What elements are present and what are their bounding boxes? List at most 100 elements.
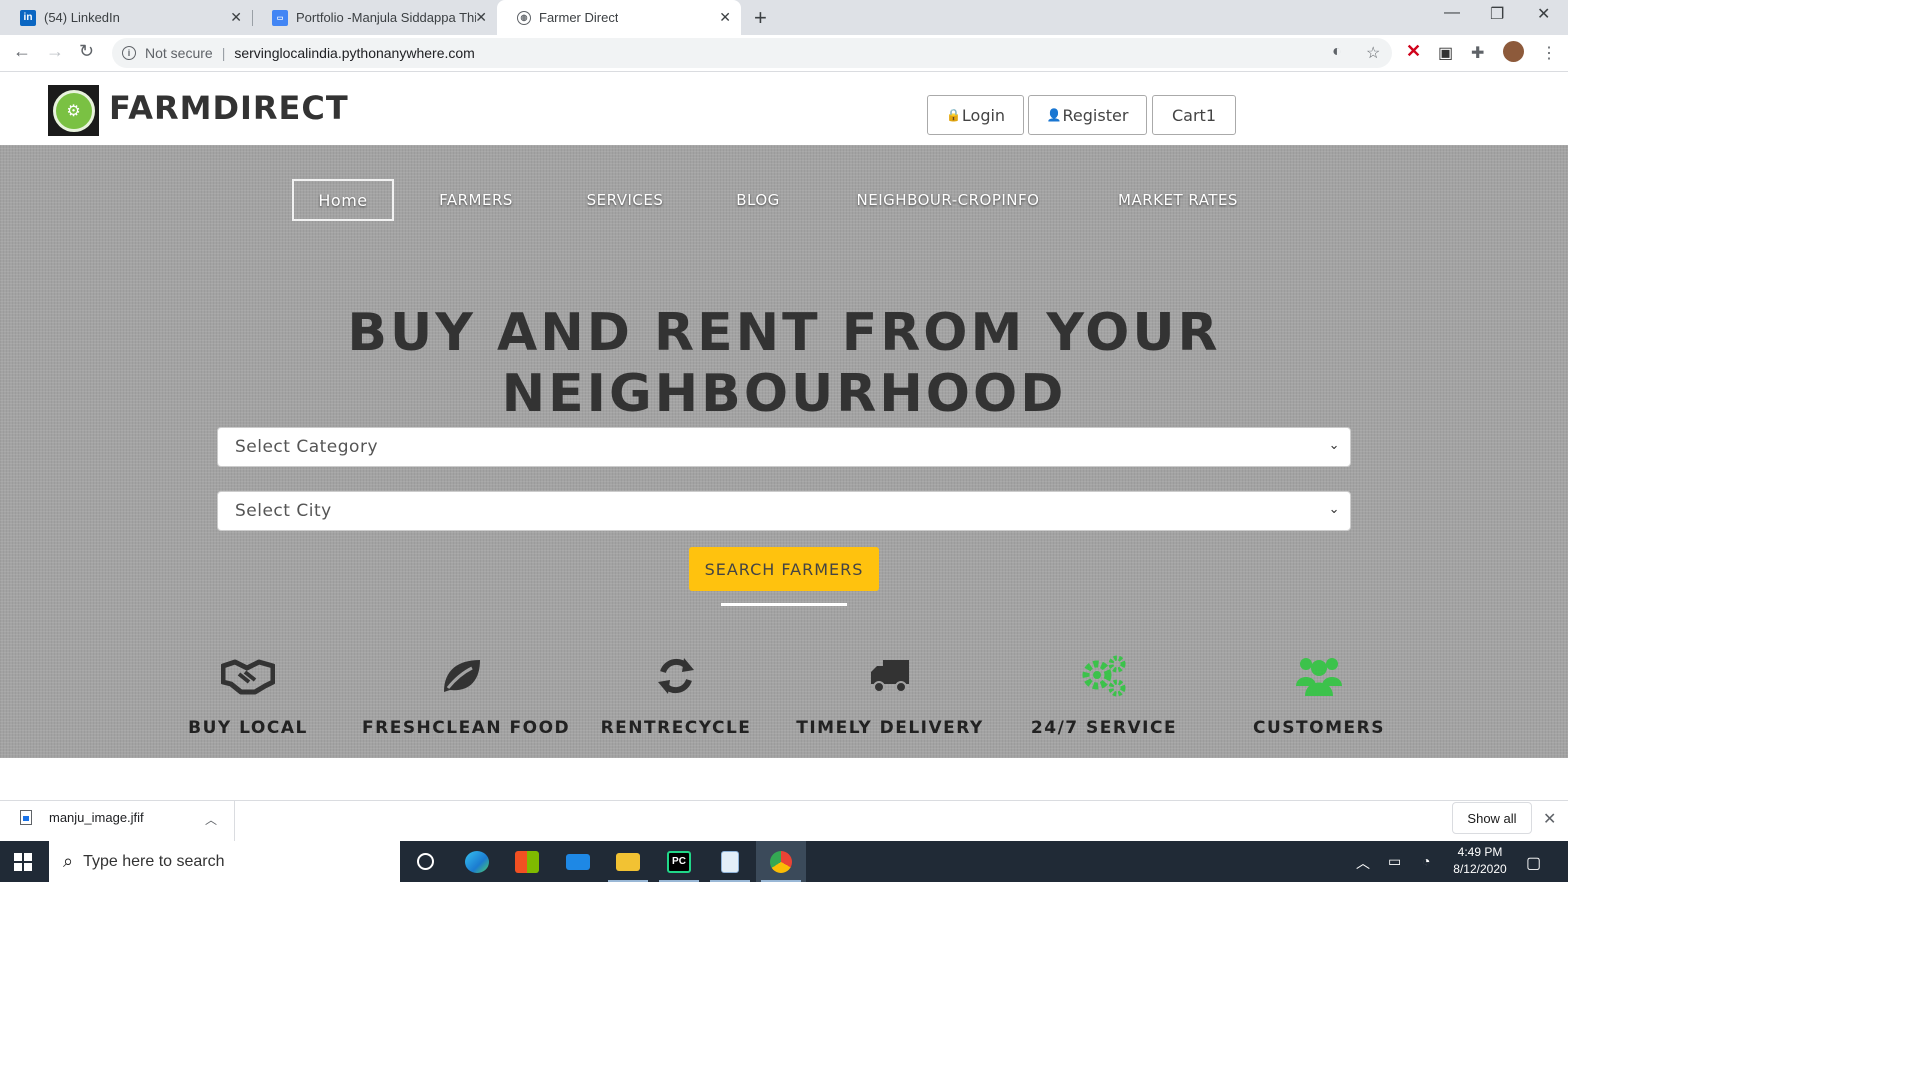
close-tab-icon[interactable]: ✕: [230, 9, 242, 26]
tab-linkedin[interactable]: in (54) LinkedIn ✕: [0, 0, 252, 35]
taskbar-search-placeholder: Type here to search: [83, 852, 225, 870]
nav-farmers[interactable]: FARMERS: [420, 179, 532, 221]
linkedin-icon: in: [20, 9, 36, 26]
extension-x-icon[interactable]: ✕: [1406, 41, 1421, 62]
close-window-icon[interactable]: ✕: [1537, 4, 1550, 24]
register-button[interactable]: 👤 Register: [1028, 95, 1147, 135]
portfolio-icon: ▭: [272, 9, 288, 26]
address-bar[interactable]: i Not secure | servinglocalindia.pythona…: [112, 38, 1392, 68]
bookmark-star-icon[interactable]: ☆: [1366, 43, 1380, 63]
hero-title: BUY AND RENT FROM YOUR NEIGHBOURHOOD: [300, 303, 1268, 425]
clock-date: 8/12/2020: [1453, 862, 1507, 876]
feature-label: CUSTOMERS: [1253, 718, 1385, 738]
close-tab-icon[interactable]: ✕: [475, 9, 487, 26]
wifi-icon[interactable]: ◔: [1422, 853, 1430, 869]
chevron-up-icon[interactable]: ︿: [1356, 853, 1370, 873]
tab-title: Farmer Direct: [539, 10, 619, 25]
image-extension-icon[interactable]: ▣: [1438, 43, 1453, 63]
search-farmers-button[interactable]: SEARCH FARMERS: [689, 547, 879, 591]
cart-label: Cart1: [1171, 105, 1216, 125]
info-icon[interactable]: i: [122, 46, 136, 60]
show-all-button[interactable]: Show all: [1452, 802, 1532, 834]
nav-services[interactable]: SERVICES: [568, 179, 682, 221]
user-icon: 👤: [1046, 108, 1062, 122]
url-text[interactable]: servinglocalindia.pythonanywhere.com: [234, 45, 474, 61]
profile-avatar[interactable]: [1503, 41, 1524, 62]
truck-icon: [790, 650, 990, 702]
feature-timely-delivery: TIMELY DELIVERY: [790, 650, 990, 738]
close-tab-icon[interactable]: ✕: [719, 9, 731, 26]
users-icon: [1219, 650, 1419, 702]
recycle-icon: [576, 650, 776, 702]
browser-tabstrip: in (54) LinkedIn ✕ ▭ Portfolio -Manjula …: [0, 0, 1568, 35]
category-select[interactable]: Select Category ⌄: [217, 427, 1351, 467]
nav-neighbour-cropinfo[interactable]: NEIGHBOUR-CROPINFO: [840, 179, 1056, 221]
cart-button[interactable]: Cart1: [1152, 95, 1236, 135]
separator: |: [221, 45, 226, 61]
battery-icon[interactable]: ▭: [1388, 853, 1401, 870]
new-tab-icon[interactable]: +: [754, 5, 767, 31]
nav-blog[interactable]: BLOG: [718, 179, 798, 221]
pycharm-icon[interactable]: PC: [654, 841, 704, 882]
forward-icon[interactable]: →: [46, 41, 64, 62]
site-header: ⚙ FARMDIRECT 🔒 Login 👤 Register Cart1: [0, 72, 1568, 145]
tab-portfolio[interactable]: ▭ Portfolio -Manjula Siddappa Thimmappa …: [252, 0, 497, 35]
notepad-icon[interactable]: [705, 841, 755, 882]
taskbar-search-input[interactable]: ⌕ Type here to search: [49, 841, 400, 882]
login-button[interactable]: 🔒 Login: [927, 95, 1024, 135]
file-icon: [20, 810, 32, 825]
browser-toolbar: ← → ↻ i Not secure | servinglocalindia.p…: [0, 35, 1568, 72]
download-item[interactable]: manju_image.jfif: [20, 810, 144, 825]
feature-label: BUY LOCAL: [188, 718, 308, 738]
leaf-icon: [362, 650, 562, 702]
clock[interactable]: 4:49 PM 8/12/2020: [1447, 844, 1513, 878]
nav-market-rates[interactable]: MARKET RATES: [1100, 179, 1256, 221]
hero-title-line1: BUY AND RENT FROM YOUR: [347, 303, 1221, 363]
taskbar: ⌕ Type here to search PC ︿ ▭ ◔ 4:49 PM 8…: [0, 841, 1568, 882]
lock-icon: 🔒: [945, 108, 961, 122]
minimize-icon[interactable]: —: [1444, 4, 1460, 22]
menu-dots-icon[interactable]: ⋮: [1541, 43, 1557, 63]
download-filename: manju_image.jfif: [49, 810, 144, 825]
city-select[interactable]: Select City ⌄: [217, 491, 1351, 531]
feature-label: RENTRECYCLE: [600, 718, 752, 738]
store-icon[interactable]: [502, 841, 552, 882]
logo[interactable]: ⚙: [48, 85, 99, 136]
mail-icon[interactable]: [553, 841, 603, 882]
feature-label: TIMELY DELIVERY: [796, 718, 984, 738]
chevron-up-icon[interactable]: ︿: [205, 811, 217, 828]
hero-section: Home FARMERS SERVICES BLOG NEIGHBOUR-CRO…: [0, 145, 1568, 758]
close-icon[interactable]: ✕: [1543, 809, 1556, 829]
chrome-icon[interactable]: [756, 841, 806, 882]
feature-24-7-service: 24/7 SERVICE: [1004, 650, 1204, 738]
translate-icon[interactable]: ◐: [1332, 43, 1342, 61]
nav-home[interactable]: Home: [292, 179, 394, 221]
windows-start-icon[interactable]: [14, 853, 32, 871]
tab-title: Portfolio -Manjula Siddappa Thimmappa: [296, 10, 476, 25]
search-icon: ⌕: [63, 851, 74, 871]
feature-customers: CUSTOMERS: [1219, 650, 1419, 738]
feature-fresh-clean-food: FRESHCLEAN FOOD: [362, 650, 571, 738]
cortana-icon[interactable]: [400, 841, 450, 882]
restore-icon[interactable]: ❐: [1490, 4, 1504, 24]
security-label: Not secure: [145, 45, 213, 61]
edge-icon[interactable]: [452, 841, 502, 882]
feature-label: FRESHCLEAN FOOD: [362, 718, 571, 738]
back-icon[interactable]: ←: [13, 41, 31, 62]
gears-icon: [1004, 650, 1204, 702]
chevron-down-icon: ⌄: [1328, 438, 1340, 453]
category-select-value: Select Category: [235, 437, 379, 457]
chevron-down-icon: ⌄: [1328, 502, 1340, 517]
feature-label: 24/7 SERVICE: [1030, 718, 1178, 738]
reload-icon[interactable]: ↻: [79, 41, 94, 62]
login-label: Login: [961, 105, 1006, 125]
download-bar: manju_image.jfif ︿ Show all ✕: [0, 800, 1568, 842]
city-select-value: Select City: [235, 501, 332, 521]
tab-farmer-direct[interactable]: ◍ Farmer Direct ✕: [497, 0, 741, 35]
hero-title-line2: NEIGHBOURHOOD: [501, 364, 1067, 424]
brand-name[interactable]: FARMDIRECT: [109, 89, 349, 127]
extensions-puzzle-icon[interactable]: ✚: [1471, 43, 1484, 63]
file-explorer-icon[interactable]: [603, 841, 653, 882]
notifications-icon[interactable]: ▢: [1526, 853, 1541, 873]
feature-buy-local: BUY LOCAL: [148, 650, 348, 738]
